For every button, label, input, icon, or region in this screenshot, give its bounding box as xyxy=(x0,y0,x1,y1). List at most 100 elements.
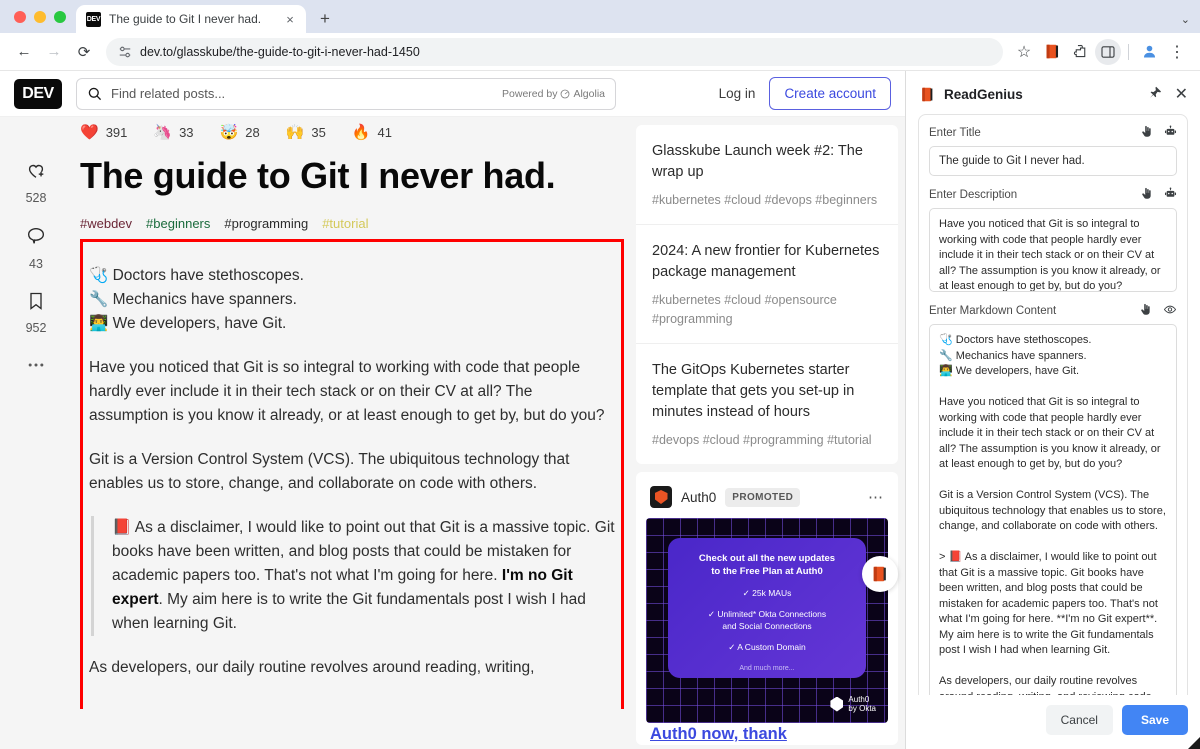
hand-pointer-icon[interactable] xyxy=(1140,125,1153,141)
new-tab-button[interactable]: + xyxy=(320,9,330,29)
eye-icon[interactable] xyxy=(1163,303,1177,319)
extensions-puzzle-icon[interactable] xyxy=(1067,39,1093,65)
create-account-button[interactable]: Create account xyxy=(769,77,891,110)
related-post-tags: #kubernetes #cloud #devops #beginners xyxy=(652,193,878,207)
auth0-logo-icon xyxy=(650,486,672,508)
ad-more-text: And much more... xyxy=(739,665,795,672)
search-input[interactable]: Find related posts... Powered by Algolia xyxy=(76,77,616,110)
hand-pointer-icon[interactable] xyxy=(1139,303,1152,319)
close-window-button[interactable] xyxy=(14,10,26,23)
field-title-label-row: Enter Title xyxy=(929,125,1177,141)
list-item[interactable]: 2024: A new frontier for Kubernetes pack… xyxy=(636,225,898,344)
reaction-exploding-head[interactable]: 🤯 28 xyxy=(220,125,260,140)
field-description: Enter Description Have you noticed that … xyxy=(929,187,1177,292)
close-tab-icon[interactable]: × xyxy=(282,12,298,27)
resize-corner-handle[interactable] xyxy=(1188,737,1200,749)
extension-footer: Cancel Save xyxy=(906,695,1200,749)
intro-line-2: 🔧 Mechanics have spanners. xyxy=(89,291,297,308)
readgenius-floating-button[interactable] xyxy=(862,556,898,592)
back-button[interactable]: ← xyxy=(10,38,38,66)
reactions-count: 528 xyxy=(25,191,47,205)
comment-icon[interactable] xyxy=(25,225,47,252)
reaction-heart[interactable]: ❤️ 391 xyxy=(80,125,127,140)
extension-title: ReadGenius xyxy=(944,86,1023,102)
ad-panel: Check out all the new updates to the Fre… xyxy=(668,538,866,678)
rail-item-reactions[interactable]: 528 xyxy=(25,159,47,205)
readgenius-extension-icon[interactable] xyxy=(1039,39,1065,65)
close-icon[interactable]: ✕ xyxy=(1175,84,1188,104)
robot-icon[interactable] xyxy=(1164,125,1177,141)
chrome-menu-icon[interactable]: ⋮ xyxy=(1164,39,1190,65)
list-item[interactable]: Glasskube Launch week #2: The wrap up #k… xyxy=(636,125,898,225)
forward-button[interactable]: → xyxy=(40,38,68,66)
heart-plus-icon[interactable] xyxy=(25,159,47,186)
intro-line-3: 👨‍💻 We developers, have Git. xyxy=(89,315,287,332)
profile-avatar-icon[interactable] xyxy=(1136,39,1162,65)
field-description-label-row: Enter Description xyxy=(929,187,1177,203)
tag-webdev[interactable]: #webdev xyxy=(80,216,132,231)
ad-heading-line-2: to the Free Plan at Auth0 xyxy=(711,566,823,577)
address-bar[interactable]: dev.to/glasskube/the-guide-to-git-i-neve… xyxy=(106,37,1003,66)
ad-image[interactable]: Check out all the new updates to the Fre… xyxy=(646,518,888,723)
intro-line-1: 🩺 Doctors have stethoscopes. xyxy=(89,267,304,284)
browser-tab[interactable]: DEV The guide to Git I never had. × xyxy=(76,5,306,33)
promo-header: Auth0 PROMOTED ⋯ xyxy=(636,472,898,518)
markdown-textarea[interactable]: 🩺 Doctors have stethoscopes. 🔧 Mechanics… xyxy=(929,324,1177,695)
dev-favicon-icon: DEV xyxy=(86,11,101,27)
tag-beginners[interactable]: #beginners xyxy=(146,216,210,231)
cancel-button[interactable]: Cancel xyxy=(1045,705,1113,735)
reaction-heart-count: 391 xyxy=(105,125,128,140)
field-title-icons xyxy=(1140,125,1177,141)
ad-bullet-1: ✓ 25k MAUs xyxy=(742,588,792,598)
rail-item-bookmarks[interactable]: 952 xyxy=(26,291,46,335)
window-controls xyxy=(12,0,76,33)
related-posts-column: Glasskube Launch week #2: The wrap up #k… xyxy=(636,117,898,749)
side-panel-icon[interactable] xyxy=(1095,38,1121,65)
bookmark-star-icon[interactable]: ☆ xyxy=(1011,39,1037,65)
pin-icon[interactable] xyxy=(1148,85,1161,104)
ad-heading-line-1: Check out all the new updates xyxy=(698,553,836,564)
title-input[interactable]: The guide to Git I never had. xyxy=(929,146,1177,176)
article-column: ❤️ 391 🦄 33 🤯 28 🙌 35 🔥 41 The guide to … xyxy=(72,117,632,749)
related-post-title[interactable]: 2024: A new frontier for Kubernetes pack… xyxy=(652,241,882,283)
reaction-unicorn[interactable]: 🦄 33 xyxy=(153,125,193,140)
maximize-window-button[interactable] xyxy=(54,10,66,23)
tab-strip: DEV The guide to Git I never had. × + ⌄ xyxy=(0,0,1200,33)
description-textarea[interactable]: Have you noticed that Git is so integral… xyxy=(929,208,1177,292)
ad-bullet-3: ✓ A Custom Domain xyxy=(728,642,806,652)
algolia-icon xyxy=(561,89,570,98)
hand-pointer-icon[interactable] xyxy=(1140,187,1153,203)
list-item[interactable]: The GitOps Kubernetes starter template t… xyxy=(636,344,898,464)
reaction-fire[interactable]: 🔥 41 xyxy=(352,125,392,140)
tab-list-chevron-icon[interactable]: ⌄ xyxy=(1181,13,1190,26)
related-post-title[interactable]: Glasskube Launch week #2: The wrap up xyxy=(652,141,882,183)
reload-button[interactable]: ⟳ xyxy=(70,38,98,66)
promo-options-icon[interactable]: ⋯ xyxy=(868,488,884,506)
extension-header: ReadGenius ✕ xyxy=(906,71,1200,114)
book-icon xyxy=(873,566,886,582)
tag-tutorial[interactable]: #tutorial xyxy=(322,216,368,231)
tag-programming[interactable]: #programming xyxy=(224,216,308,231)
ellipsis-icon[interactable] xyxy=(26,355,46,380)
rail-item-more[interactable] xyxy=(26,355,46,380)
login-link[interactable]: Log in xyxy=(719,86,756,101)
minimize-window-button[interactable] xyxy=(34,10,46,23)
readgenius-side-panel: ReadGenius ✕ Enter Title The guide to Gi… xyxy=(905,71,1200,749)
reaction-raised-hands[interactable]: 🙌 35 xyxy=(286,125,326,140)
raised-hands-emoji-icon: 🙌 xyxy=(285,124,305,141)
page-title: The guide to Git I never had. xyxy=(80,155,556,196)
related-post-title[interactable]: The GitOps Kubernetes starter template t… xyxy=(652,360,882,423)
bookmark-icon[interactable] xyxy=(26,291,46,316)
comments-count: 43 xyxy=(29,257,43,271)
robot-icon[interactable] xyxy=(1164,187,1177,203)
promoted-ad-card: Auth0 PROMOTED ⋯ Check out all the new u… xyxy=(636,472,898,745)
article-paragraph-2: Git is a Version Control System (VCS). T… xyxy=(89,451,570,492)
promo-sponsor-name[interactable]: Auth0 xyxy=(681,490,716,505)
auth0-diamond-icon xyxy=(830,696,844,712)
site-settings-icon[interactable] xyxy=(118,45,132,59)
dev-logo[interactable]: DEV xyxy=(14,78,62,109)
reaction-fire-count: 41 xyxy=(377,125,393,140)
rail-item-comments[interactable]: 43 xyxy=(25,225,47,271)
save-button[interactable]: Save xyxy=(1121,705,1188,735)
reaction-unicorn-count: 33 xyxy=(179,125,194,140)
